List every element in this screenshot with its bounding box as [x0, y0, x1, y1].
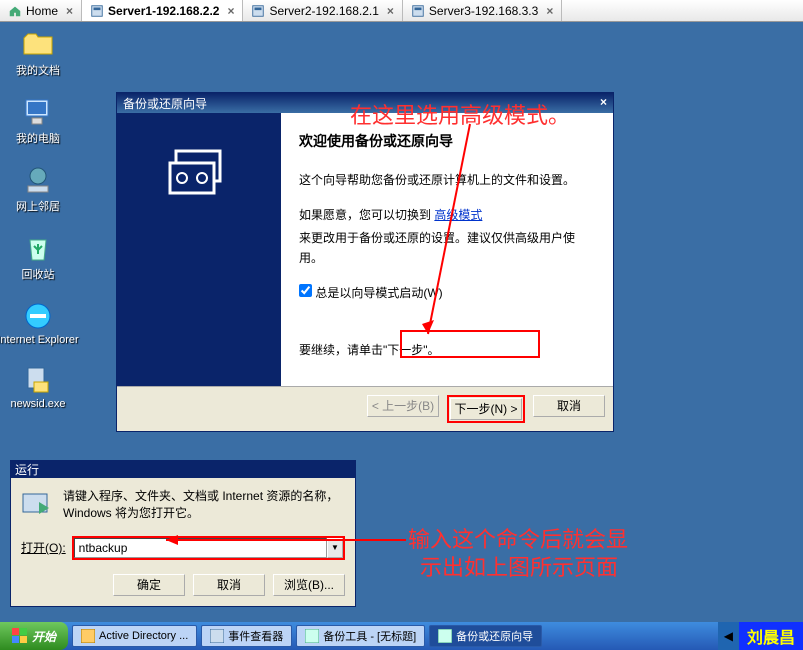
close-icon[interactable]: ×: [227, 4, 234, 18]
icon-recycle-bin[interactable]: 回收站: [8, 232, 68, 282]
tab-label: Server2-192.168.2.1: [269, 4, 378, 18]
ie-icon: [22, 300, 54, 332]
browse-button[interactable]: 浏览(B)...: [273, 574, 345, 596]
taskbar-item[interactable]: Active Directory ...: [72, 625, 197, 647]
tab-label: Server1-192.168.2.2: [108, 4, 219, 18]
dropdown-icon[interactable]: ▼: [327, 538, 343, 558]
taskbar-label: 备份工具 - [无标题]: [323, 628, 416, 644]
close-icon[interactable]: ×: [546, 4, 553, 18]
taskbar-item[interactable]: 备份工具 - [无标题]: [296, 625, 425, 647]
backup-wizard: 备份或还原向导 × 欢迎使用备份或还原向导 这个向导帮助您备份或还原计算机上的文…: [116, 92, 614, 432]
tray-icon[interactable]: ◀: [724, 629, 733, 643]
start-button[interactable]: 开始: [0, 622, 68, 650]
windows-icon: [12, 628, 28, 644]
open-combobox[interactable]: ▼: [72, 536, 345, 560]
computer-icon: [22, 96, 54, 128]
icon-my-computer[interactable]: 我的电脑: [8, 96, 68, 146]
wizard-titlebar[interactable]: 备份或还原向导 ×: [117, 93, 613, 113]
icon-label: Internet Explorer: [0, 334, 79, 346]
advanced-mode-link[interactable]: 高级模式: [434, 208, 482, 222]
tab-server3[interactable]: Server3-192.168.3.3 ×: [403, 0, 562, 21]
wizard-intro: 这个向导帮助您备份或还原计算机上的文件和设置。: [299, 171, 593, 190]
server-icon: [251, 4, 265, 18]
app-icon: [81, 629, 95, 643]
taskbar-label: 备份或还原向导: [456, 628, 533, 644]
icon-network-places[interactable]: 网上邻居: [8, 164, 68, 214]
tab-label: Server3-192.168.3.3: [429, 4, 538, 18]
always-wizard-checkbox[interactable]: 总是以向导模式启动(W): [299, 286, 443, 300]
start-label: 开始: [32, 628, 56, 645]
close-icon[interactable]: ×: [387, 4, 394, 18]
icon-label: 回收站: [22, 266, 55, 282]
taskbar-item[interactable]: 事件查看器: [201, 625, 292, 647]
wizard-footer: < 上一步(B) 下一步(N) > 取消: [117, 386, 613, 431]
wizard-side-graphic: [117, 113, 281, 386]
taskbar-label: Active Directory ...: [99, 630, 188, 642]
checkbox-label: 总是以向导模式启动(W): [315, 286, 442, 300]
taskbar-label: 事件查看器: [228, 628, 283, 644]
advanced-suffix: 来更改用于备份或还原的设置。建议仅供高级用户使用。: [299, 229, 593, 267]
cancel-button[interactable]: 取消: [193, 574, 265, 596]
watermark: 刘晨昌: [739, 622, 803, 650]
icon-label: 我的电脑: [16, 130, 60, 146]
ok-button[interactable]: 确定: [113, 574, 185, 596]
icon-internet-explorer[interactable]: Internet Explorer: [8, 300, 68, 346]
system-tray[interactable]: ◀: [718, 622, 739, 650]
tab-home[interactable]: Home ×: [0, 0, 82, 21]
run-icon: [21, 488, 53, 520]
folder-icon: [22, 28, 54, 60]
remote-tabs: Home × Server1-192.168.2.2 × Server2-192…: [0, 0, 803, 22]
run-title: 运行: [15, 461, 39, 478]
icon-label: 网上邻居: [16, 198, 60, 214]
always-wizard-input[interactable]: [299, 284, 312, 297]
network-icon: [22, 164, 54, 196]
continue-text: 要继续，请单击"下一步"。: [299, 341, 593, 360]
desktop-icons: 我的文档 我的电脑 网上邻居 回收站 Internet Explorer new…: [8, 28, 68, 428]
wizard-heading: 欢迎使用备份或还原向导: [299, 131, 593, 151]
backup-icon: [164, 143, 234, 203]
close-icon[interactable]: ×: [66, 4, 73, 18]
tab-server1[interactable]: Server1-192.168.2.2 ×: [82, 0, 243, 21]
cancel-button[interactable]: 取消: [533, 395, 605, 417]
icon-label: 我的文档: [16, 62, 60, 78]
run-dialog: 运行 请键入程序、文件夹、文档或 Internet 资源的名称，Windows …: [10, 460, 356, 607]
recycle-icon: [22, 232, 54, 264]
icon-newsid[interactable]: newsid.exe: [8, 364, 68, 410]
advanced-prefix: 如果愿意，您可以切换到: [299, 208, 431, 222]
back-button: < 上一步(B): [367, 395, 439, 417]
icon-my-documents[interactable]: 我的文档: [8, 28, 68, 78]
taskbar-item[interactable]: 备份或还原向导: [429, 625, 542, 647]
run-description: 请键入程序、文件夹、文档或 Internet 资源的名称，Windows 将为您…: [63, 488, 345, 522]
server-icon: [90, 4, 104, 18]
next-button[interactable]: 下一步(N) >: [450, 398, 522, 420]
tab-label: Home: [26, 4, 58, 18]
app-icon: [305, 629, 319, 643]
app-icon: [438, 629, 452, 643]
open-label: 打开(O):: [21, 539, 66, 556]
taskbar: 开始 Active Directory ... 事件查看器 备份工具 - [无标…: [0, 622, 803, 650]
tab-server2[interactable]: Server2-192.168.2.1 ×: [243, 0, 402, 21]
icon-label: newsid.exe: [10, 398, 65, 410]
open-input[interactable]: [74, 538, 327, 558]
wizard-title-text: 备份或还原向导: [123, 95, 207, 111]
home-icon: [8, 4, 22, 18]
anno-bottom-2: 示出如上图所示页面: [420, 550, 618, 582]
exe-icon: [22, 364, 54, 396]
anno-bottom-1: 输入这个命令后就会显: [408, 522, 628, 554]
close-icon[interactable]: ×: [600, 95, 607, 111]
server-icon: [411, 4, 425, 18]
app-icon: [210, 629, 224, 643]
